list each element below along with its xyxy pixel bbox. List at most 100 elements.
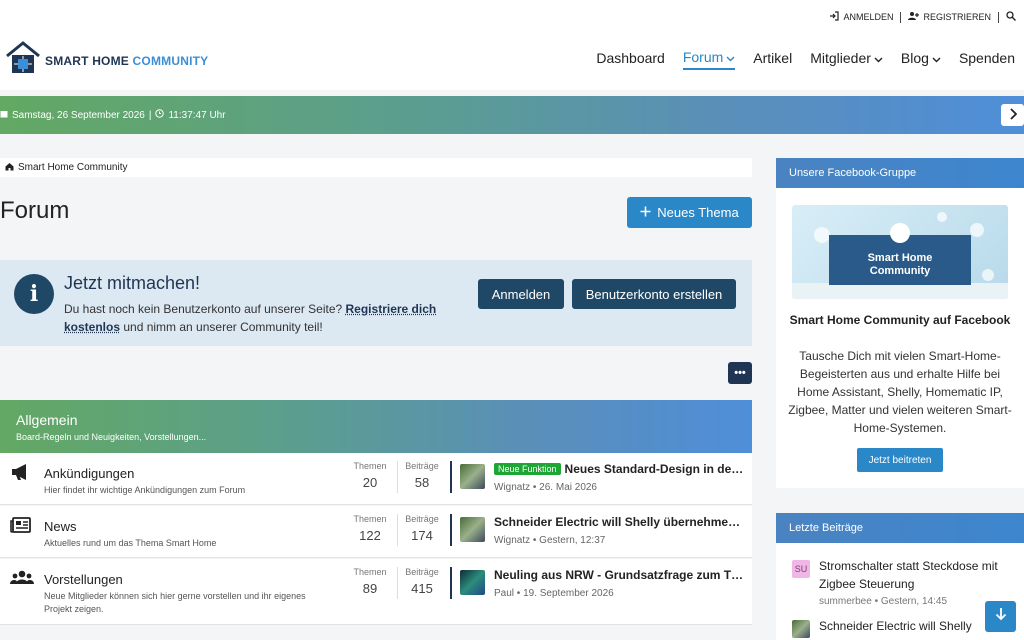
join-description: Du hast noch kein Benutzerkonto auf unse… (64, 300, 464, 336)
posts-stat: Beiträge 415 (398, 567, 446, 596)
site-logo[interactable]: SMART HOME COMMUNITY (4, 39, 208, 82)
facebook-widget-header: Unsere Facebook-Gruppe (776, 158, 1024, 188)
facebook-group-image[interactable]: Smart Home Community (792, 205, 1008, 299)
info-icon: i (14, 274, 54, 314)
thread-thumbnail[interactable] (460, 464, 485, 489)
nav-artikel-label: Artikel (753, 50, 793, 66)
board-name[interactable]: Ankündigungen (44, 466, 134, 481)
topics-label: Themen (353, 514, 387, 524)
thread-thumbnail[interactable] (460, 517, 485, 542)
board-row: News Aktuelles rund um das Thema Smart H… (0, 506, 752, 558)
posts-stat: Beiträge 58 (398, 461, 446, 490)
list-item[interactable]: Schneider Electric will Shelly (792, 619, 972, 638)
chevron-right-icon (1009, 107, 1017, 123)
search-icon[interactable] (1006, 11, 1016, 23)
logo-text: SMART HOME COMMUNITY (45, 54, 208, 68)
thread-thumbnail[interactable] (460, 570, 485, 595)
nav-artikel[interactable]: Artikel (753, 49, 792, 70)
clock-icon (155, 109, 165, 121)
recent-posts-header: Letzte Beiträge (776, 513, 1024, 543)
topics-stat: Themen 122 (346, 514, 394, 543)
last-post-title-text: Neues Standard-Design in der Smart Home … (564, 462, 744, 476)
nav-mitglieder[interactable]: Mitglieder (810, 49, 883, 70)
nav-dashboard[interactable]: Dashboard (596, 49, 665, 70)
nav-mitglieder-label: Mitglieder (810, 50, 871, 66)
list-item[interactable]: SU Stromschalter statt Steckdose mit Zig… (792, 559, 998, 607)
divider (450, 461, 452, 493)
last-post-meta: Wignatz • 26. Mai 2026 (494, 482, 597, 493)
posts-count: 415 (411, 581, 433, 596)
scroll-down-button[interactable] (985, 601, 1016, 632)
topics-label: Themen (353, 461, 387, 471)
new-topic-label: Neues Thema (657, 205, 739, 220)
more-options-button[interactable]: ••• (728, 362, 752, 384)
posts-count: 58 (414, 475, 430, 490)
last-post-title[interactable]: Schneider Electric will Shelly übernehme… (494, 515, 744, 529)
last-post-title[interactable]: Neue Funktion Neues Standard-Design in de… (494, 462, 744, 476)
topics-count: 122 (359, 528, 381, 543)
main-nav: Dashboard Forum Artikel Mitglieder Blog … (587, 49, 1024, 70)
user-plus-icon (908, 11, 920, 23)
divider: | (148, 109, 152, 121)
login-button[interactable]: Anmelden (478, 279, 564, 309)
logo-text-part2: COMMUNITY (132, 53, 209, 68)
avatar: SU (792, 560, 810, 578)
card-line-2: Community (869, 265, 931, 277)
facebook-description: Tausche Dich mit vielen Smart-Home-Begei… (788, 349, 1012, 435)
register-link-label: REGISTRIEREN (923, 12, 991, 22)
newspaper-icon (10, 516, 34, 536)
category-title[interactable]: Allgemein (16, 412, 77, 428)
time-text: 11:37:47 Uhr (168, 109, 226, 121)
avatar (792, 620, 810, 638)
arrow-down-icon (995, 607, 1007, 626)
date-time: Samstag, 26 September 2026 | 11:37:47 Uh… (0, 109, 226, 121)
topics-count: 20 (362, 475, 378, 490)
home-icon (890, 223, 910, 243)
chevron-down-icon (874, 50, 883, 66)
last-post-meta: Paul • 19. September 2026 (494, 588, 614, 599)
join-facebook-button[interactable]: Jetzt beitreten (857, 448, 943, 472)
posts-label: Beiträge (405, 514, 439, 524)
board-row: Vorstellungen Neue Mitglieder können sic… (0, 559, 752, 625)
facebook-widget: Unsere Facebook-Gruppe Smart Home Commun… (776, 158, 1024, 488)
new-topic-button[interactable]: Neues Thema (627, 197, 752, 228)
board-name[interactable]: News (44, 519, 77, 534)
create-account-button[interactable]: Benutzerkonto erstellen (572, 279, 736, 309)
breadcrumb[interactable]: Smart Home Community (0, 158, 752, 177)
join-desc-text-1: Du hast noch kein Benutzerkonto auf unse… (64, 302, 346, 316)
category-header: Allgemein Board-Regeln und Neuigkeiten, … (0, 400, 752, 453)
nav-spenden[interactable]: Spenden (959, 49, 1015, 70)
post-meta: summerbee • Gestern, 14:45 (819, 596, 948, 607)
megaphone-icon (10, 463, 34, 483)
chevron-down-icon (726, 49, 735, 65)
status-badge: Neue Funktion (494, 463, 561, 475)
topics-stat: Themen 20 (346, 461, 394, 490)
posts-label: Beiträge (405, 567, 439, 577)
breadcrumb-label: Smart Home Community (18, 162, 128, 173)
nav-forum-label: Forum (682, 49, 724, 65)
calendar-icon (0, 110, 8, 121)
top-utility-bar: ANMELDEN REGISTRIEREN (0, 0, 1024, 34)
nav-forum[interactable]: Forum (682, 49, 736, 70)
logo-text-part1: SMART HOME (45, 53, 129, 68)
board-name[interactable]: Vorstellungen (44, 572, 123, 587)
register-link[interactable]: REGISTRIEREN (908, 11, 991, 23)
date-banner: Samstag, 26 September 2026 | 11:37:47 Uh… (0, 96, 1024, 134)
card-line-1: Smart Home (867, 252, 933, 264)
last-post-title[interactable]: Neuling aus NRW - Grundsatzfrage zum The… (494, 568, 744, 582)
banner-next-button[interactable] (1001, 104, 1024, 126)
facebook-title: Smart Home Community auf Facebook (789, 313, 1011, 327)
last-post-meta: Wignatz • Gestern, 12:37 (494, 535, 606, 546)
board-description: Aktuelles rund um das Thema Smart Home (44, 538, 217, 548)
plus-icon (640, 205, 651, 220)
post-title[interactable]: Stromschalter statt Steckdose mit Zigbee… (819, 557, 1019, 593)
board-description: Hier findet ihr wichtige Ankündigungen z… (44, 485, 246, 495)
sign-in-icon (829, 11, 840, 23)
login-link[interactable]: ANMELDEN (829, 11, 893, 23)
nav-blog[interactable]: Blog (901, 49, 941, 70)
nav-spenden-label: Spenden (958, 50, 1015, 66)
page-title: Forum (0, 197, 70, 224)
category-description: Board-Regeln und Neuigkeiten, Vorstellun… (16, 432, 207, 442)
house-logo-icon (4, 39, 42, 82)
home-icon (5, 162, 14, 174)
